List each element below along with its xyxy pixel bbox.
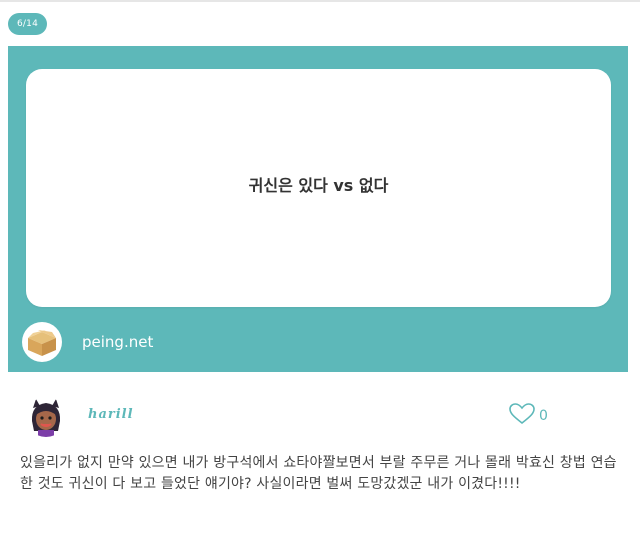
- heart-icon[interactable]: [509, 403, 535, 429]
- question-box: 귀신은 있다 vs 없다: [26, 69, 611, 307]
- answer-text: 있을리가 없지 만약 있으면 내가 방구석에서 쇼타야짤보면서 부랄 주무른 거…: [20, 455, 617, 492]
- question-card[interactable]: 귀신은 있다 vs 없다 peing.net: [8, 46, 628, 372]
- top-divider: [0, 0, 640, 2]
- like-count: 0: [539, 408, 548, 424]
- page-counter-badge: 6/14: [8, 13, 47, 35]
- like-button[interactable]: 0: [509, 403, 548, 429]
- question-text: 귀신은 있다 vs 없다: [248, 176, 389, 195]
- cardboard-box-icon: [22, 322, 62, 362]
- site-name: peing.net: [82, 333, 154, 351]
- username[interactable]: harill: [88, 407, 134, 422]
- user-avatar[interactable]: [26, 397, 66, 437]
